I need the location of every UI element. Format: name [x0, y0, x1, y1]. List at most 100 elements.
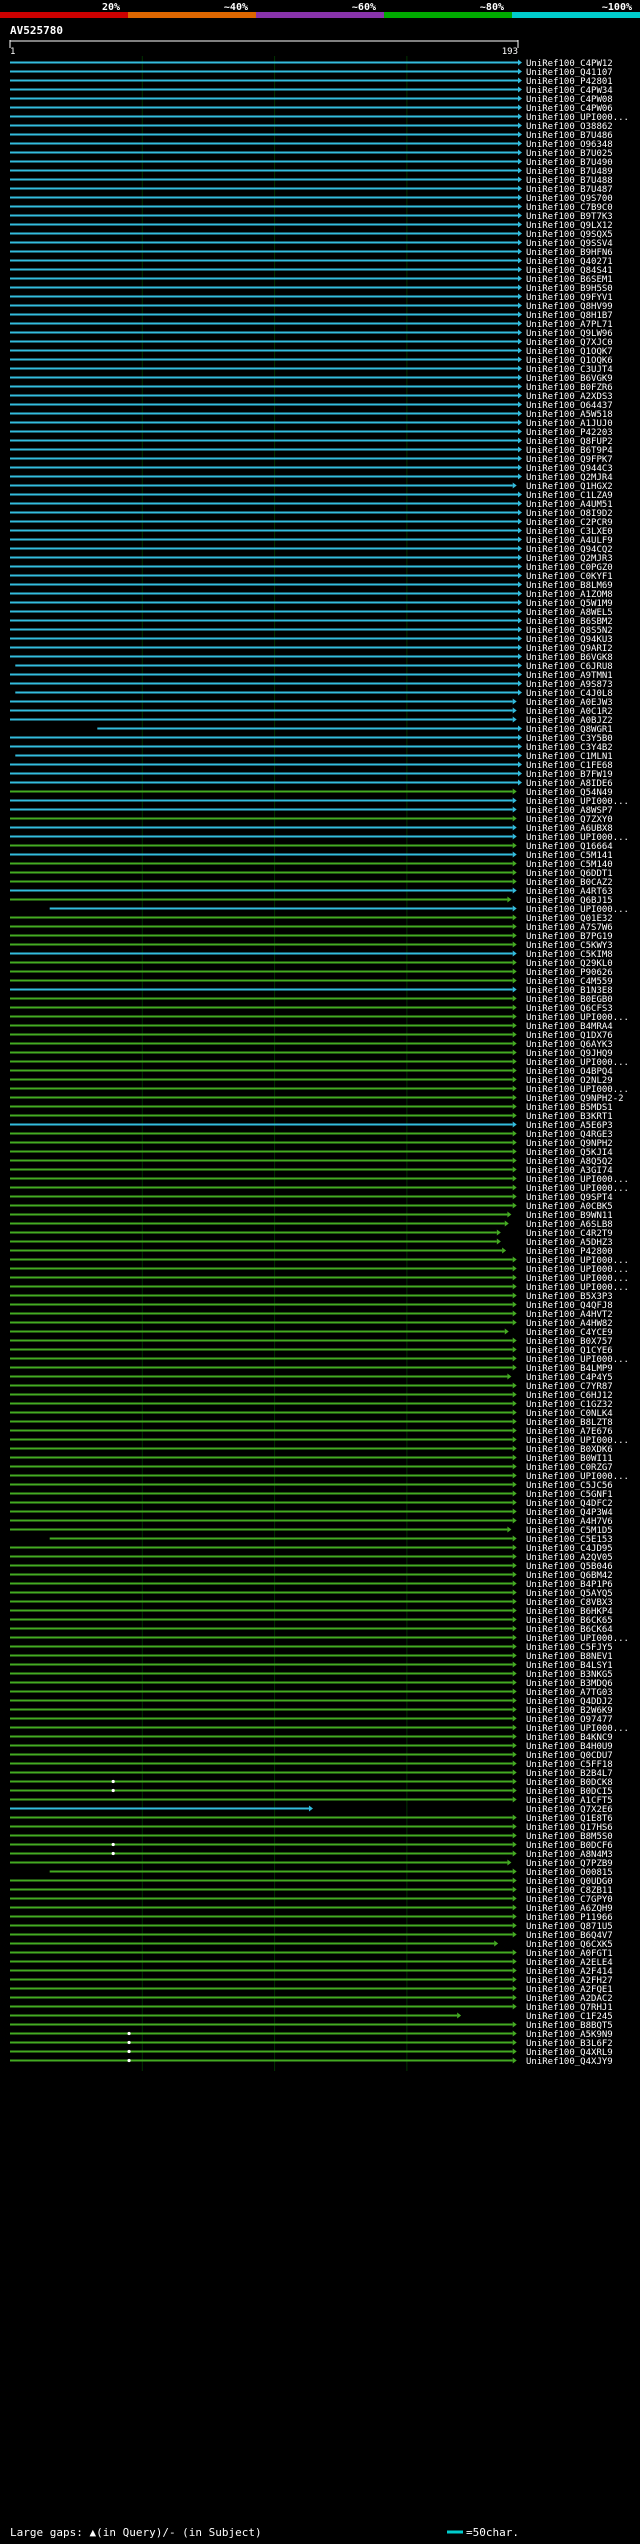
hit-row[interactable]: UniRef100_B7FW19: [10, 770, 613, 780]
hit-row[interactable]: UniRef100_Q7PZB9: [10, 1859, 613, 1869]
hit-row[interactable]: UniRef100_A8Q5Q2: [10, 1157, 613, 1167]
hit-bar[interactable]: [10, 484, 513, 487]
hit-row[interactable]: UniRef100_B7U487: [10, 185, 613, 195]
hit-bar[interactable]: [10, 448, 518, 451]
hit-bar[interactable]: [10, 529, 518, 532]
hit-bar[interactable]: [10, 1276, 513, 1279]
hit-row[interactable]: UniRef100_C5KWY3: [10, 941, 613, 951]
hit-row[interactable]: UniRef100_Q7RHJ1: [10, 2003, 613, 2013]
hit-bar[interactable]: [10, 1033, 513, 1036]
hit-bar[interactable]: [10, 1465, 513, 1468]
hit-bar[interactable]: [10, 1195, 513, 1198]
hit-row[interactable]: UniRef100_C2PCR9: [10, 518, 613, 528]
hit-bar[interactable]: [10, 502, 518, 505]
hit-row[interactable]: UniRef100_Q4DDJ2: [10, 1697, 613, 1707]
hit-bar[interactable]: [10, 1024, 513, 1027]
hit-row[interactable]: UniRef100_A5E6P3: [10, 1121, 613, 1131]
hit-row[interactable]: UniRef100_B0XDK6: [10, 1445, 613, 1455]
hit-bar[interactable]: [10, 1708, 513, 1711]
hit-bar[interactable]: [10, 1240, 497, 1243]
hit-bar[interactable]: [10, 223, 518, 226]
hit-bar[interactable]: [10, 97, 518, 100]
hit-bar[interactable]: [10, 673, 518, 676]
hit-bar[interactable]: [10, 1222, 505, 1225]
hit-row[interactable]: UniRef100_A2QV05: [10, 1553, 613, 1563]
hit-row[interactable]: UniRef100_B5X3P3: [10, 1292, 613, 1302]
hit-row[interactable]: UniRef100_Q9FPK7: [10, 455, 613, 465]
hit-row[interactable]: UniRef100_B2W6K9: [10, 1706, 613, 1716]
hit-row[interactable]: UniRef100_B8LM69: [10, 581, 613, 591]
hit-bar[interactable]: [10, 1411, 513, 1414]
hit-bar[interactable]: [10, 961, 513, 964]
hit-bar[interactable]: [10, 1501, 513, 1504]
hit-bar[interactable]: [10, 1258, 513, 1261]
hit-row[interactable]: UniRef100_A9S873: [10, 680, 613, 690]
hit-row[interactable]: UniRef100_B6CK65: [10, 1616, 613, 1626]
hit-bar[interactable]: [10, 1231, 497, 1234]
hit-bar[interactable]: [97, 727, 518, 730]
hit-row[interactable]: UniRef100_Q2MJR4: [10, 473, 613, 483]
hit-bar[interactable]: [10, 1816, 513, 1819]
hit-row[interactable]: UniRef100_Q29KL0: [10, 959, 613, 969]
hit-row[interactable]: UniRef100_B6Q4V7: [10, 1931, 613, 1941]
hit-row[interactable]: UniRef100_C4PW06: [10, 104, 613, 114]
hit-bar[interactable]: [10, 2005, 513, 2008]
hit-row[interactable]: UniRef100_C4P4Y5: [10, 1373, 613, 1383]
hit-bar[interactable]: [10, 457, 518, 460]
hit-bar[interactable]: [10, 1897, 513, 1900]
hit-row[interactable]: UniRef100_Q9FYV1: [10, 293, 613, 303]
hit-row[interactable]: UniRef100_Q54N49: [10, 788, 613, 798]
hit-bar[interactable]: [10, 376, 518, 379]
hit-bar[interactable]: [10, 331, 518, 334]
hit-bar[interactable]: [10, 1438, 513, 1441]
hit-bar[interactable]: [49, 1537, 513, 1540]
hit-row[interactable]: UniRef100_Q871U5: [10, 1922, 613, 1932]
hit-bar[interactable]: [10, 538, 518, 541]
hit-row[interactable]: UniRef100_Q9ARI2: [10, 644, 613, 654]
hit-row[interactable]: UniRef100_A5W518: [10, 410, 613, 420]
hit-bar[interactable]: [10, 430, 518, 433]
hit-bar[interactable]: [10, 1375, 508, 1378]
hit-bar[interactable]: [10, 2041, 513, 2044]
hit-bar[interactable]: [10, 997, 513, 1000]
hit-bar[interactable]: [10, 682, 518, 685]
hit-row[interactable]: UniRef100_C8VBX3: [10, 1598, 613, 1608]
hit-bar[interactable]: [10, 160, 518, 163]
hit-row[interactable]: UniRef100_Q16664: [10, 842, 613, 852]
hit-row[interactable]: UniRef100_C8ZB11: [10, 1886, 613, 1896]
hit-bar[interactable]: [10, 1474, 513, 1477]
hit-bar[interactable]: [10, 1006, 513, 1009]
hit-bar[interactable]: [10, 1105, 513, 1108]
hit-bar[interactable]: [10, 871, 513, 874]
hit-row[interactable]: UniRef100_Q94KU3: [10, 635, 613, 645]
hit-bar[interactable]: [10, 610, 518, 613]
hit-bar[interactable]: [10, 115, 518, 118]
hit-row[interactable]: UniRef100_Q6CFS3: [10, 1004, 613, 1014]
hit-row[interactable]: UniRef100_Q9SPT4: [10, 1193, 613, 1203]
hit-row[interactable]: UniRef100_Q5KJI4: [10, 1148, 613, 1158]
hit-row[interactable]: UniRef100_A2FQE1: [10, 1985, 613, 1995]
hit-row[interactable]: UniRef100_B6CK64: [10, 1625, 613, 1635]
hit-bar[interactable]: [10, 169, 518, 172]
hit-bar[interactable]: [10, 1987, 513, 1990]
hit-row[interactable]: UniRef100_Q1E8T6: [10, 1814, 613, 1824]
hit-row[interactable]: UniRef100_Q1OQK7: [10, 347, 613, 357]
hit-row[interactable]: UniRef100_B0FZR6: [10, 383, 613, 393]
hit-bar[interactable]: [10, 1789, 513, 1792]
hit-row[interactable]: UniRef100_B0EGB0: [10, 995, 613, 1005]
hit-bar[interactable]: [10, 1744, 513, 1747]
hit-row[interactable]: UniRef100_A2F414: [10, 1967, 613, 1977]
hit-bar[interactable]: [10, 826, 513, 829]
hit-row[interactable]: UniRef100_A8WEL5: [10, 608, 613, 618]
hit-bar[interactable]: [10, 1249, 503, 1252]
hit-row[interactable]: UniRef100_B7U486: [10, 131, 613, 141]
hit-bar[interactable]: [10, 277, 518, 280]
hit-bar[interactable]: [10, 763, 518, 766]
hit-row[interactable]: UniRef100_C0RZG7: [10, 1463, 613, 1473]
hit-bar[interactable]: [10, 736, 518, 739]
hit-bar[interactable]: [10, 844, 513, 847]
hit-row[interactable]: UniRef100_B6T9P4: [10, 446, 613, 456]
hit-bar[interactable]: [10, 889, 513, 892]
hit-row[interactable]: UniRef100_C4PW08: [10, 95, 613, 105]
hit-row[interactable]: UniRef100_A9TMN1: [10, 671, 613, 681]
